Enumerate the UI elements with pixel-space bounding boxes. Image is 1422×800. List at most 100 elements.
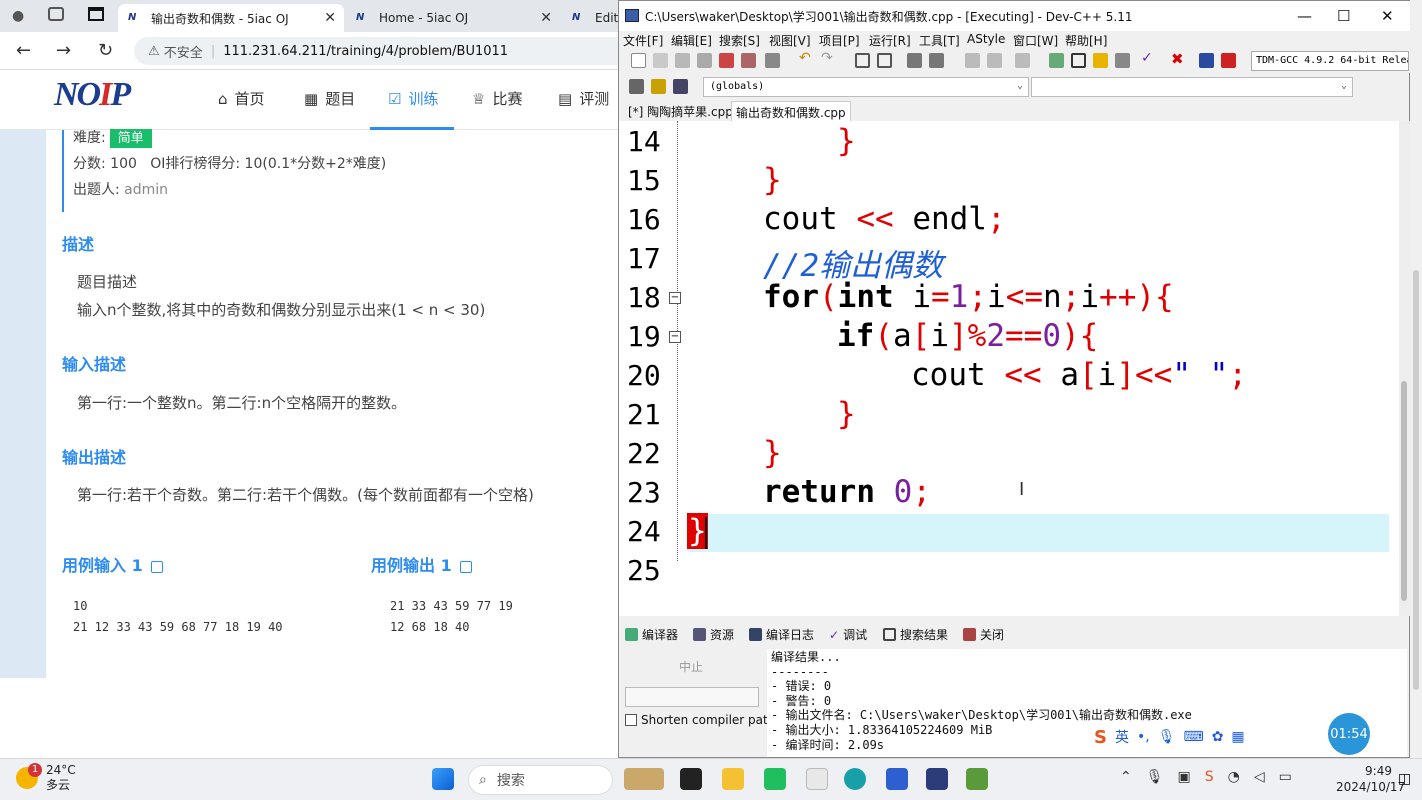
profile-icon[interactable] (1221, 53, 1236, 68)
save-icon[interactable] (675, 53, 690, 68)
fold-collapse-icon[interactable]: − (669, 292, 681, 304)
redo-icon[interactable]: ↷ (821, 50, 836, 66)
browser-tab[interactable]: N Home - 5iac OJ ✕ (346, 4, 560, 32)
menu-help[interactable]: 帮助[H] (1065, 32, 1107, 49)
site-logo[interactable]: NOIP (54, 76, 131, 114)
rebuild-icon[interactable] (1115, 53, 1130, 68)
menu-run[interactable]: 运行[R] (869, 32, 911, 49)
open-icon[interactable] (653, 53, 668, 68)
copy-icon[interactable] (459, 560, 472, 573)
toggle-icon[interactable] (673, 79, 688, 94)
file-explorer-icon[interactable] (722, 768, 744, 790)
unindent-icon[interactable] (929, 53, 944, 68)
back-arrow-icon[interactable]: ← (16, 40, 31, 61)
shorten-paths-option[interactable]: Shorten compiler paths (625, 713, 782, 727)
indent-icon[interactable] (907, 53, 922, 68)
scope-select[interactable]: (globals) ⌄ (703, 77, 1029, 97)
close-all-icon[interactable] (741, 53, 756, 68)
close-window-icon[interactable]: ✕ (1381, 7, 1394, 25)
warning-icon[interactable]: ⚠ (148, 44, 160, 59)
menu-tools[interactable]: 工具[T] (919, 32, 960, 49)
undo-icon[interactable]: ↶ (799, 50, 814, 66)
bookmark-prev-icon[interactable] (965, 53, 980, 68)
menu-search[interactable]: 搜索[S] (719, 32, 760, 49)
microphone-icon[interactable]: 🎙 (1158, 729, 1176, 745)
wifi-icon[interactable]: ◔ (1228, 769, 1240, 785)
close-tab-icon[interactable]: ✕ (324, 10, 336, 26)
tab-compiler[interactable]: 编译器 (625, 626, 678, 643)
browser-tab[interactable]: N Edit (562, 4, 620, 32)
app-icon[interactable] (806, 768, 828, 790)
class-browser-icon[interactable] (629, 79, 644, 94)
tab-actions-icon[interactable] (88, 7, 104, 21)
nav-contest[interactable]: ♕ 比赛 (472, 88, 522, 109)
symbol-select[interactable]: ⌄ (1031, 77, 1353, 97)
file-tab[interactable]: [*] 陶陶摘苹果.cpp (625, 103, 736, 120)
editor-scrollbar[interactable] (1399, 121, 1410, 616)
reload-icon[interactable]: ↻ (98, 40, 113, 61)
menu-view[interactable]: 视图[V] (769, 32, 811, 49)
menu-file[interactable]: 文件[F] (623, 32, 663, 49)
find-icon[interactable] (855, 53, 870, 68)
tab-debug[interactable]: ✓ 调试 (829, 626, 867, 643)
nav-training[interactable]: ☑ 训练 (388, 88, 438, 109)
chevron-up-icon[interactable]: ⌃ (1120, 769, 1132, 785)
minimize-icon[interactable]: — (1297, 7, 1312, 25)
url-field[interactable]: ⚠ 不安全 | 111.231.64.211/training/4/proble… (134, 37, 620, 65)
profile-icon[interactable]: ● (12, 8, 24, 24)
taskview-icon[interactable] (680, 768, 702, 790)
stop-button[interactable]: 中止 (679, 658, 703, 675)
copy-icon[interactable] (150, 560, 163, 573)
forward-arrow-icon[interactable]: → (56, 40, 71, 61)
stop-execution-icon[interactable]: ✖ (1171, 50, 1186, 68)
tab-search-results[interactable]: 搜索结果 (883, 626, 948, 643)
ime-language[interactable]: 英 (1115, 727, 1129, 747)
nav-problems[interactable]: ▦ 题目 (304, 88, 355, 109)
bookmark-next-icon[interactable] (987, 53, 1002, 68)
new-file-icon[interactable] (631, 53, 646, 68)
skin-icon[interactable]: ✿ (1212, 729, 1224, 745)
microphone-icon[interactable]: 🎙 (1146, 769, 1164, 785)
app-icon[interactable] (966, 768, 988, 790)
battery-icon[interactable]: ▭ (1279, 769, 1292, 785)
browser-tab-active[interactable]: N 输出奇数和偶数 - 5iac OJ ✕ (118, 4, 344, 32)
volume-icon[interactable]: ◁ (1254, 769, 1265, 785)
start-windows-icon[interactable] (432, 768, 454, 790)
url-text[interactable]: 111.231.64.211/training/4/problem/BU1011 (223, 44, 508, 59)
save-all-icon[interactable] (697, 53, 712, 68)
debug-icon[interactable]: ✓ (1141, 50, 1156, 66)
clock[interactable]: 9:49 2024/10/17 (1336, 763, 1405, 795)
outer-scrollbar[interactable] (1410, 0, 1422, 758)
network-device-icon[interactable]: ▣ (1178, 769, 1191, 785)
nav-home[interactable]: ⌂ 首页 (218, 88, 265, 109)
maximize-icon[interactable]: ☐ (1337, 7, 1350, 25)
devcpp-taskbar-icon[interactable] (926, 768, 948, 790)
goto-line-icon[interactable] (1015, 53, 1030, 68)
replace-icon[interactable] (877, 53, 892, 68)
compile-run-icon[interactable] (1093, 53, 1108, 68)
menu-project[interactable]: 项目[P] (819, 32, 860, 49)
close-tab-icon[interactable]: ✕ (540, 10, 552, 26)
shorten-paths-checkbox[interactable] (625, 714, 637, 726)
compile-icon[interactable] (1049, 53, 1064, 68)
security-label[interactable]: 不安全 (164, 42, 203, 61)
notifications-icon[interactable]: ◫ (1398, 771, 1411, 787)
outer-scrollbar-thumb[interactable] (1413, 270, 1419, 690)
chart-icon[interactable] (1199, 53, 1214, 68)
menu-window[interactable]: 窗口[W] (1013, 32, 1058, 49)
tab-close[interactable]: 关闭 (963, 626, 1004, 643)
close-file-icon[interactable] (719, 53, 734, 68)
file-tab-active[interactable]: 输出奇数和偶数.cpp (731, 101, 851, 121)
scrollbar-thumb[interactable] (1401, 381, 1407, 601)
store-icon[interactable] (886, 768, 908, 790)
code-editor[interactable]: 14 15 16 17 18 19 20 21 22 23 24 25 − − … (619, 121, 1399, 616)
compiler-select[interactable]: TDM-GCC 4.9.2 64-bit Release (1251, 51, 1409, 71)
insert-icon[interactable] (651, 79, 666, 94)
edge-icon[interactable] (844, 768, 866, 790)
sogou-icon[interactable]: S (1094, 727, 1107, 748)
run-icon[interactable] (1071, 53, 1086, 68)
taskbar-search[interactable]: ⌕ 搜索 (468, 765, 613, 795)
tab-resources[interactable]: 资源 (693, 626, 734, 643)
weather-widget[interactable]: 1 24°C 多云 (16, 763, 76, 793)
menu-edit[interactable]: 编辑[E] (671, 32, 712, 49)
